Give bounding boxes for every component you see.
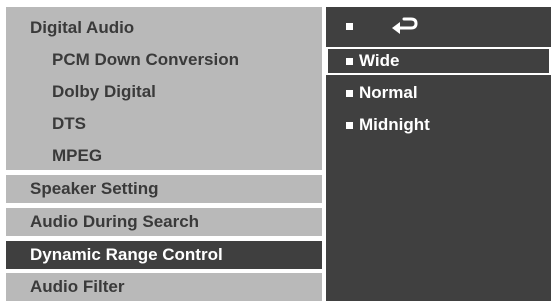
menu-item-dts[interactable]: DTS: [52, 114, 86, 134]
menu-item-label: Dynamic Range Control: [30, 245, 223, 264]
menu-item-label: Audio Filter: [30, 277, 125, 296]
menu-item-label: Audio During Search: [30, 212, 200, 231]
option-label: Midnight: [359, 115, 430, 134]
bullet-icon: [346, 90, 353, 97]
menu-item-mpeg[interactable]: MPEG: [52, 146, 102, 166]
option-wide[interactable]: Wide: [326, 47, 551, 75]
menu-item-dolby-digital[interactable]: Dolby Digital: [52, 82, 156, 102]
bullet-icon: [346, 122, 353, 129]
menu-item-audio-during-search[interactable]: Audio During Search: [6, 208, 322, 236]
audio-settings-menu: Digital Audio PCM Down Conversion Dolby …: [6, 7, 322, 301]
digital-audio-group: Digital Audio PCM Down Conversion Dolby …: [6, 7, 322, 170]
return-arrow-icon[interactable]: [390, 15, 418, 37]
settings-screen: Digital Audio PCM Down Conversion Dolby …: [6, 7, 551, 301]
option-midnight[interactable]: Midnight: [326, 111, 551, 139]
menu-item-speaker-setting[interactable]: Speaker Setting: [6, 175, 322, 203]
menu-item-dynamic-range-control[interactable]: Dynamic Range Control: [6, 241, 322, 269]
menu-item-pcm-down-conversion[interactable]: PCM Down Conversion: [52, 50, 239, 70]
dynamic-range-options-panel: Wide Normal Midnight: [326, 7, 551, 301]
menu-item-audio-filter[interactable]: Audio Filter: [6, 273, 322, 301]
bullet-icon: [346, 23, 353, 30]
return-row[interactable]: [326, 12, 551, 40]
menu-item-label: Speaker Setting: [30, 179, 159, 198]
bullet-icon: [346, 58, 353, 65]
option-label: Normal: [359, 83, 418, 102]
option-normal[interactable]: Normal: [326, 79, 551, 107]
menu-item-digital-audio[interactable]: Digital Audio: [30, 18, 134, 38]
option-label: Wide: [359, 51, 400, 70]
